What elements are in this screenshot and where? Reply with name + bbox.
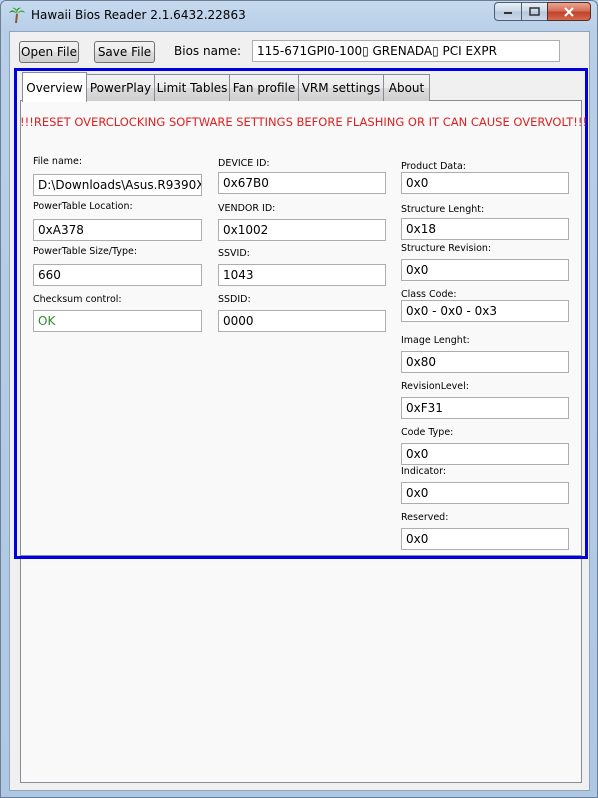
maximize-icon: [529, 7, 540, 16]
indicator-field[interactable]: 0x0: [401, 482, 569, 504]
app-window: Hawaii Bios Reader 2.1.6432.22863 Open F…: [0, 0, 598, 798]
product-data-field[interactable]: 0x0: [401, 172, 569, 194]
revision-level-label: RevisionLevel:: [401, 381, 469, 392]
file-name-field[interactable]: D:\Downloads\Asus.R9390X.81: [33, 174, 202, 196]
image-length-label: Image Lenght:: [401, 335, 470, 346]
client-area: Open File Save File Bios name: 115-671GP…: [9, 31, 590, 791]
reserved-field[interactable]: 0x0: [401, 528, 569, 550]
vendor-id-label: VENDOR ID:: [218, 203, 276, 214]
open-file-button[interactable]: Open File: [19, 41, 79, 63]
reserved-label: Reserved:: [401, 512, 449, 523]
close-button[interactable]: [547, 2, 591, 21]
tab-fan-profile[interactable]: Fan profile: [229, 74, 299, 101]
bios-name-field[interactable]: 115-671GPI0-100▯ GRENADA▯ PCI EXPR: [252, 40, 560, 62]
tab-limit-tables[interactable]: Limit Tables: [154, 74, 230, 101]
revision-level-field[interactable]: 0xF31: [401, 397, 569, 419]
lower-empty-panel: [20, 559, 582, 783]
code-type-label: Code Type:: [401, 427, 454, 438]
bios-name-label: Bios name:: [174, 44, 242, 58]
ssvid-field[interactable]: 1043: [218, 264, 386, 286]
structure-length-label: Structure Lenght:: [401, 204, 485, 215]
overvolt-warning: !!!RESET OVERCLOCKING SOFTWARE SETTINGS …: [20, 115, 588, 129]
close-icon: [564, 6, 574, 17]
palm-tree-icon: [8, 6, 26, 24]
tab-overview[interactable]: Overview: [22, 72, 87, 102]
vendor-id-field[interactable]: 0x1002: [218, 219, 386, 241]
title-bar[interactable]: Hawaii Bios Reader 2.1.6432.22863: [1, 1, 597, 31]
powertable-location-field[interactable]: 0xA378: [33, 219, 202, 241]
device-id-label: DEVICE ID:: [218, 158, 270, 169]
checksum-control-field[interactable]: OK: [33, 310, 202, 332]
checksum-control-label: Checksum control:: [33, 294, 122, 305]
ssdid-field[interactable]: 0000: [218, 310, 386, 332]
minimize-icon: [504, 11, 512, 14]
tab-about[interactable]: About: [383, 74, 430, 101]
powertable-location-label: PowerTable Location:: [33, 201, 133, 212]
powertable-size-field[interactable]: 660: [33, 264, 202, 286]
window-title: Hawaii Bios Reader 2.1.6432.22863: [31, 8, 246, 22]
structure-length-field[interactable]: 0x18: [401, 218, 569, 240]
ssvid-label: SSVID:: [218, 248, 250, 259]
structure-revision-field[interactable]: 0x0: [401, 259, 569, 281]
code-type-field[interactable]: 0x0: [401, 443, 569, 465]
save-file-button[interactable]: Save File: [94, 41, 155, 63]
powertable-size-label: PowerTable Size/Type:: [33, 246, 138, 257]
image-length-field[interactable]: 0x80: [401, 351, 569, 373]
minimize-button[interactable]: [494, 2, 521, 21]
class-code-field[interactable]: 0x0 - 0x0 - 0x3: [401, 300, 569, 322]
file-name-label: File name:: [33, 156, 83, 167]
structure-revision-label: Structure Revision:: [401, 243, 492, 254]
tab-vrm-settings[interactable]: VRM settings: [298, 74, 384, 101]
tab-powerplay[interactable]: PowerPlay: [86, 74, 155, 101]
ssdid-label: SSDID:: [218, 294, 251, 305]
product-data-label: Product Data:: [401, 161, 466, 172]
indicator-label: Indicator:: [401, 466, 447, 477]
class-code-label: Class Code:: [401, 289, 457, 300]
maximize-button[interactable]: [521, 2, 547, 21]
device-id-field[interactable]: 0x67B0: [218, 172, 386, 194]
